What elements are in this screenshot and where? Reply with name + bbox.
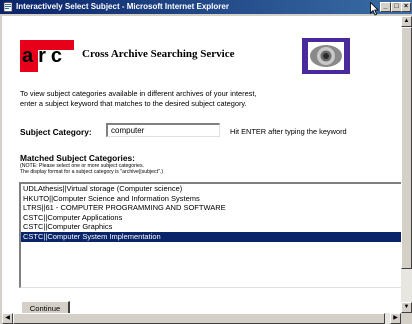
- list-item[interactable]: CSTC||Computer Graphics: [21, 222, 401, 232]
- scroll-up-button[interactable]: ▲: [401, 16, 412, 27]
- arc-logo: arc: [20, 40, 74, 72]
- horizontal-scrollbar[interactable]: ◀ ▶: [2, 313, 401, 324]
- page-content: arc Cross Archive Searching Service To v…: [2, 16, 401, 313]
- scrollbar-corner: [401, 313, 412, 324]
- subject-category-label: Subject Category:: [20, 127, 92, 137]
- list-item[interactable]: CSTC||Computer Applications: [21, 213, 401, 223]
- scroll-down-button[interactable]: ▼: [401, 302, 412, 313]
- vertical-scroll-thumb[interactable]: [401, 27, 412, 269]
- subject-hint-text: Hit ENTER after typing the keyword: [230, 127, 347, 136]
- subject-category-listbox[interactable]: UDLAthesis||Virtual storage (Computer sc…: [19, 182, 401, 288]
- intro-line-1: To view subject categories available in …: [20, 89, 257, 98]
- list-item[interactable]: UDLAthesis||Virtual storage (Computer sc…: [21, 184, 401, 194]
- browser-window: Interactively Select Subject - Microsoft…: [0, 0, 412, 324]
- page-title: Cross Archive Searching Service: [82, 48, 235, 60]
- close-button[interactable]: ×: [401, 2, 411, 12]
- window-title: Interactively Select Subject - Microsoft…: [16, 2, 229, 11]
- continue-button[interactable]: Continue: [21, 301, 70, 313]
- matched-categories-heading: Matched Subject Categories:: [20, 153, 135, 163]
- vertical-scrollbar[interactable]: ▲ ▼: [401, 16, 412, 313]
- list-item[interactable]: CSTC||Computer System Implementation: [21, 231, 401, 242]
- matched-note-line-2: The display format for a subject categor…: [20, 169, 164, 175]
- subject-keyword-input[interactable]: computer: [106, 123, 220, 137]
- scroll-left-button[interactable]: ◀: [2, 313, 13, 324]
- scroll-right-button[interactable]: ▶: [390, 313, 401, 324]
- horizontal-scroll-thumb[interactable]: [13, 313, 385, 324]
- minimize-button[interactable]: _: [380, 2, 391, 12]
- ie-page-icon: [3, 2, 13, 12]
- intro-text: To view subject categories available in …: [20, 89, 400, 109]
- title-bar[interactable]: Interactively Select Subject - Microsoft…: [0, 0, 412, 14]
- list-item[interactable]: HKUTO||Computer Science and Information …: [21, 194, 401, 204]
- intro-line-2: enter a subject keyword that matches to …: [20, 99, 247, 108]
- list-item[interactable]: LTRS||61 - COMPUTER PROGRAMMING AND SOFT…: [21, 203, 401, 213]
- eye-logo-icon: [302, 38, 350, 74]
- mouse-cursor-icon: [370, 2, 379, 16]
- arc-logo-text: arc: [22, 45, 68, 67]
